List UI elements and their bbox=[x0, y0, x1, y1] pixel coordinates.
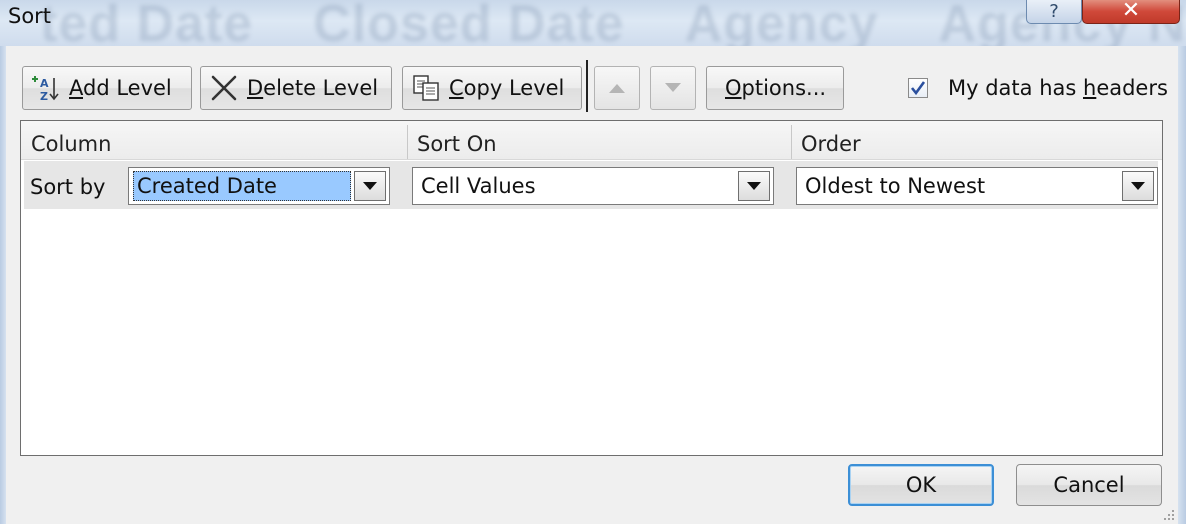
order-header: Order bbox=[801, 132, 861, 156]
move-down-button[interactable] bbox=[650, 66, 696, 110]
svg-text:A: A bbox=[40, 77, 49, 90]
sort-on-dropdown-button[interactable] bbox=[738, 171, 770, 201]
add-level-button[interactable]: A Z Add Level bbox=[22, 66, 192, 110]
triangle-up-icon bbox=[609, 84, 625, 93]
move-up-button[interactable] bbox=[594, 66, 640, 110]
sort-levels-grid: Column Sort On Order Sort by Created Dat… bbox=[20, 120, 1163, 456]
dialog-client: A Z Add Level Delete Level Copy Level Op… bbox=[6, 46, 1178, 524]
column-dropdown-button[interactable] bbox=[354, 171, 386, 201]
bg-header: Agency bbox=[684, 0, 879, 46]
order-select-value: Oldest to Newest bbox=[805, 174, 986, 198]
headers-accesskey: h bbox=[1083, 76, 1097, 100]
sort-by-label: Sort by bbox=[30, 175, 106, 199]
headers-checkbox-label: My data has bbox=[948, 76, 1083, 100]
chevron-down-icon bbox=[363, 182, 377, 190]
copy-level-button[interactable]: Copy Level bbox=[402, 66, 582, 110]
window-frame-right bbox=[1178, 46, 1186, 524]
column-header: Column bbox=[31, 132, 112, 156]
order-dropdown-button[interactable] bbox=[1122, 171, 1154, 201]
bg-header: Closed Date bbox=[313, 0, 625, 46]
headers-checkbox-label-end: eaders bbox=[1096, 76, 1168, 100]
sort-az-add-icon: A Z bbox=[31, 73, 61, 103]
add-level-label: dd Level bbox=[83, 76, 172, 100]
bg-header: ted Date bbox=[40, 0, 254, 46]
chevron-down-icon bbox=[1131, 182, 1145, 190]
help-icon: ? bbox=[1049, 1, 1059, 22]
ok-button[interactable]: OK bbox=[848, 464, 994, 506]
help-button[interactable]: ? bbox=[1026, 0, 1082, 24]
toolbar-separator bbox=[586, 60, 588, 112]
add-level-accesskey: A bbox=[69, 76, 83, 100]
sort-on-select[interactable]: Cell Values bbox=[412, 167, 774, 205]
delete-level-accesskey: D bbox=[247, 76, 264, 100]
options-label: ptions... bbox=[741, 76, 827, 100]
chevron-down-icon bbox=[747, 182, 761, 190]
x-delete-icon bbox=[209, 73, 239, 103]
column-select-value: Created Date bbox=[133, 171, 351, 201]
triangle-down-icon bbox=[665, 83, 681, 92]
sort-on-select-value: Cell Values bbox=[421, 174, 536, 198]
resize-grip-icon[interactable] bbox=[1162, 508, 1176, 522]
background-sheet-headers: ted DateClosed DateAgencyAgency N bbox=[40, 0, 1186, 46]
sort-level-row[interactable]: Sort by Created Date Cell Values Oldest … bbox=[24, 161, 1158, 209]
column-select[interactable]: Created Date bbox=[128, 167, 390, 205]
title-bar: ted DateClosed DateAgencyAgency N Sort ?… bbox=[0, 0, 1186, 46]
delete-level-button[interactable]: Delete Level bbox=[200, 66, 392, 110]
checkmark-icon bbox=[910, 81, 926, 96]
cancel-button[interactable]: Cancel bbox=[1016, 464, 1162, 506]
close-button[interactable]: ✕ bbox=[1082, 0, 1180, 24]
window-title: Sort bbox=[8, 4, 52, 28]
headers-checkbox[interactable] bbox=[908, 78, 928, 98]
delete-level-label: elete Level bbox=[263, 76, 379, 100]
copy-level-label: opy Level bbox=[463, 76, 565, 100]
grid-header: Column Sort On Order bbox=[21, 121, 1162, 160]
copy-pages-icon bbox=[411, 73, 441, 103]
options-accesskey: O bbox=[725, 76, 742, 100]
headers-checkbox-row[interactable]: My data has headers bbox=[908, 76, 1168, 100]
close-icon: ✕ bbox=[1121, 0, 1141, 23]
svg-text:Z: Z bbox=[40, 90, 48, 103]
copy-level-accesskey: C bbox=[449, 76, 464, 100]
sort-on-header: Sort On bbox=[417, 132, 497, 156]
order-select[interactable]: Oldest to Newest bbox=[796, 167, 1158, 205]
options-button[interactable]: Options... bbox=[706, 66, 844, 110]
